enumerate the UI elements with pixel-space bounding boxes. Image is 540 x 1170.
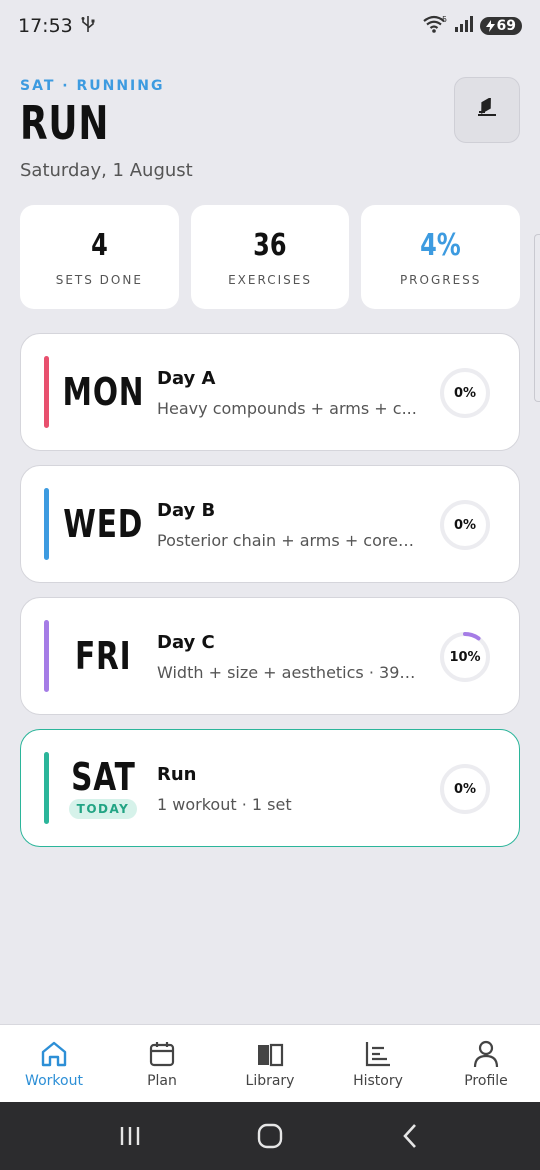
nav-item-library[interactable]: Library: [216, 1025, 324, 1102]
day-card-wed[interactable]: WED Day B Posterior chain + arms + core …: [20, 465, 520, 583]
stat-value: 4%: [420, 227, 462, 263]
status-left: 17:53: [18, 15, 95, 38]
progress-ring: 0%: [439, 499, 491, 551]
home-icon: [39, 1039, 69, 1069]
day-name: Day B: [157, 500, 216, 521]
day-desc: Posterior chain + arms + core ...: [157, 531, 417, 550]
nav-item-profile[interactable]: Profile: [432, 1025, 540, 1102]
day-desc: Heavy compounds + arms + c...: [157, 399, 417, 418]
battery-level: 69: [496, 18, 516, 34]
recents-button[interactable]: [100, 1116, 160, 1156]
nav-item-history[interactable]: History: [324, 1025, 432, 1102]
nav-label: Workout: [25, 1072, 83, 1089]
bolt-icon: [485, 20, 495, 32]
day-abbr: FRI: [74, 634, 132, 678]
recents-icon: [120, 1127, 140, 1145]
status-right: 5 69: [422, 14, 522, 38]
day-card-fri[interactable]: FRI Day C Width + size + aesthetics · 39…: [20, 597, 520, 715]
book-icon: [255, 1039, 285, 1069]
day-abbr-wrap: MON: [62, 334, 143, 450]
bottom-nav: Workout Plan Library History Profile: [0, 1024, 540, 1102]
battery-indicator: 69: [479, 17, 522, 35]
system-nav-bar: [0, 1102, 540, 1170]
chart-icon: [363, 1039, 393, 1069]
day-list: MON Day A Heavy compounds + arms + c... …: [20, 333, 520, 861]
nav-label: Plan: [147, 1072, 177, 1089]
day-text: Day B Posterior chain + arms + core ...: [157, 500, 417, 550]
day-name: Day A: [157, 368, 216, 389]
nav-label: Profile: [464, 1072, 508, 1089]
page-header: SAT · RUNNING RUN Saturday, 1 August: [20, 78, 520, 181]
nav-label: History: [353, 1072, 403, 1089]
day-card-mon[interactable]: MON Day A Heavy compounds + arms + c... …: [20, 333, 520, 451]
day-abbr: WED: [63, 502, 143, 546]
progress-label: 0%: [453, 781, 477, 797]
usb-icon: [81, 15, 95, 38]
calendar-icon: [147, 1039, 177, 1069]
page-title: RUN: [20, 96, 110, 150]
home-button[interactable]: [240, 1116, 300, 1156]
day-card-sat[interactable]: SAT TODAY Run 1 workout · 1 set 0%: [20, 729, 520, 847]
day-desc: Width + size + aesthetics · 39 ...: [157, 663, 417, 682]
stat-card-exercises: 36 EXERCISES: [190, 205, 350, 309]
progress-label: 0%: [453, 385, 477, 401]
stat-card-progress: 4% PROGRESS: [361, 205, 521, 309]
day-abbr: SAT: [70, 755, 136, 799]
eraser-icon: [475, 96, 499, 122]
stat-label: EXERCISES: [228, 272, 312, 287]
day-color-bar: [44, 356, 49, 428]
day-abbr-wrap: FRI: [67, 598, 139, 714]
progress-label: 0%: [453, 517, 477, 533]
day-desc: 1 workout · 1 set: [157, 795, 292, 814]
stat-value: 36: [253, 227, 287, 263]
stat-label: PROGRESS: [399, 272, 482, 287]
day-abbr-wrap: SAT TODAY: [67, 730, 139, 846]
nav-item-plan[interactable]: Plan: [108, 1025, 216, 1102]
progress-ring: 0%: [439, 763, 491, 815]
home-circle-icon: [257, 1123, 283, 1149]
scroll-indicator[interactable]: [534, 234, 540, 402]
svg-text:5: 5: [442, 15, 447, 24]
page-kicker: SAT · RUNNING: [20, 78, 165, 94]
back-chevron-icon: [403, 1124, 416, 1148]
stat-label: SETS DONE: [55, 272, 143, 287]
day-abbr: MON: [62, 370, 144, 414]
status-bar: 17:53 5 69: [0, 0, 540, 52]
stat-value: 4: [90, 227, 108, 263]
stat-card-sets: 4 SETS DONE: [20, 205, 179, 309]
status-time: 17:53: [18, 15, 73, 37]
day-color-bar: [44, 752, 49, 824]
day-abbr-wrap: WED: [63, 466, 142, 582]
back-button[interactable]: [380, 1116, 440, 1156]
progress-ring: 10%: [439, 631, 491, 683]
progress-label: 10%: [449, 649, 481, 665]
nav-item-workout[interactable]: Workout: [0, 1025, 108, 1102]
person-icon: [471, 1039, 501, 1069]
today-badge: TODAY: [68, 799, 138, 819]
day-text: Day A Heavy compounds + arms + c...: [157, 368, 417, 418]
stats-row: 4 SETS DONE 36 EXERCISES 4% PROGRESS: [20, 205, 521, 309]
progress-ring: 0%: [439, 367, 491, 419]
wifi-icon: 5: [422, 14, 448, 38]
day-text: Run 1 workout · 1 set: [157, 764, 417, 814]
day-color-bar: [44, 620, 49, 692]
page-date: Saturday, 1 August: [20, 160, 193, 181]
day-color-bar: [44, 488, 49, 560]
signal-icon: [454, 15, 474, 37]
eraser-button[interactable]: [454, 77, 520, 143]
day-text: Day C Width + size + aesthetics · 39 ...: [157, 632, 417, 682]
nav-label: Library: [245, 1072, 295, 1089]
day-name: Run: [157, 764, 197, 785]
day-name: Day C: [157, 632, 215, 653]
